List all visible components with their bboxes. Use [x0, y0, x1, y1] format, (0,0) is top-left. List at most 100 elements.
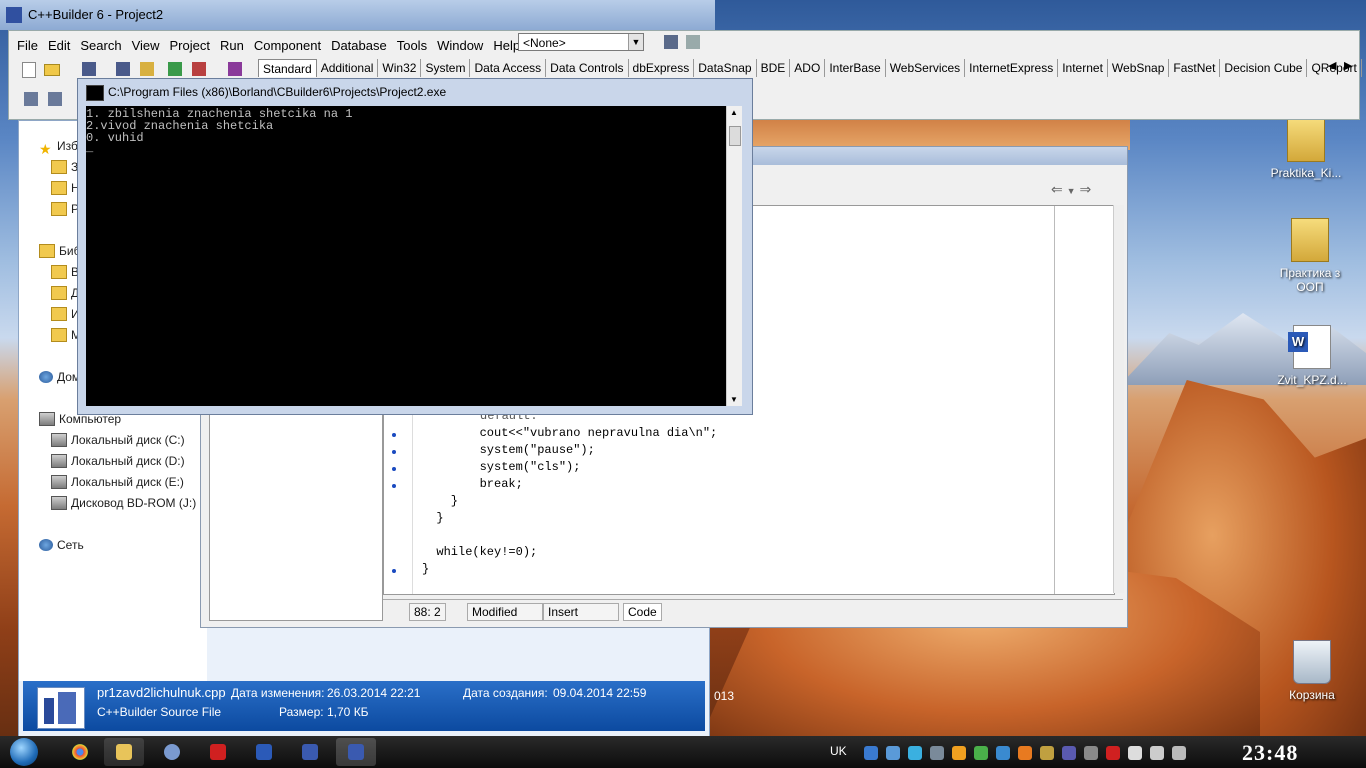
view-form-icon[interactable]: [48, 92, 62, 106]
tab-data-access[interactable]: Data Access: [470, 59, 547, 77]
tab-bde[interactable]: BDE: [757, 59, 791, 77]
nav-network[interactable]: Сеть: [39, 536, 84, 554]
tab-ado[interactable]: ADO: [790, 59, 826, 77]
tab-fastnet[interactable]: FastNet: [1169, 59, 1221, 77]
nav-favorites[interactable]: ★ Изб: [39, 137, 78, 157]
new-file-icon[interactable]: [22, 62, 36, 78]
console-title: C:\Program Files (x86)\Borland\CBuilder6…: [108, 85, 447, 99]
nav-libraries[interactable]: Биб: [39, 242, 80, 260]
tray-app-icon[interactable]: [974, 746, 988, 760]
open-file-icon[interactable]: [44, 64, 60, 76]
menu-project[interactable]: Project: [165, 38, 215, 53]
taskbar-explorer[interactable]: [104, 738, 144, 766]
nav-drive-d[interactable]: Локальный диск (D:): [51, 452, 185, 470]
help-book-icon[interactable]: [228, 62, 242, 76]
nav-back-icon[interactable]: ⇐: [1051, 181, 1063, 197]
desktop-layout-select[interactable]: <None> ▼: [518, 33, 644, 51]
folder-icon: [51, 328, 67, 342]
tab-code[interactable]: Code: [623, 603, 662, 621]
tray-app-icon[interactable]: [996, 746, 1010, 760]
nav-forward-icon[interactable]: ⇒: [1079, 181, 1091, 197]
menu-search[interactable]: Search: [75, 38, 126, 53]
battery-icon[interactable]: [1150, 746, 1164, 760]
tab-standard[interactable]: Standard: [258, 59, 317, 77]
console-scrollbar[interactable]: ▲ ▼: [726, 106, 742, 406]
tab-webservices[interactable]: WebServices: [886, 59, 966, 77]
tab-internet[interactable]: Internet: [1058, 59, 1108, 77]
taskbar-chrome[interactable]: [60, 738, 100, 766]
taskbar-cbuilder-console[interactable]: [336, 738, 376, 766]
menu-edit[interactable]: Edit: [43, 38, 75, 53]
menu-run[interactable]: Run: [215, 38, 249, 53]
menu-database[interactable]: Database: [326, 38, 392, 53]
nav-back-dropdown-icon[interactable]: ▼: [1067, 186, 1076, 196]
taskbar-pdf[interactable]: [198, 738, 238, 766]
tab-dbexpress[interactable]: dbExpress: [629, 59, 695, 77]
flag-icon[interactable]: [1128, 746, 1142, 760]
desktop-icon-zvit[interactable]: Zvit_KPZ.d...: [1272, 325, 1352, 387]
nav-drive-e[interactable]: Локальный диск (E:): [51, 473, 184, 491]
editor-vertical-scrollbar[interactable]: [1113, 205, 1124, 593]
folder-icon: [51, 202, 67, 216]
tab-datasnap[interactable]: DataSnap: [694, 59, 757, 77]
tray-app-icon[interactable]: [1062, 746, 1076, 760]
desktop-icon-recycle-bin[interactable]: Корзина: [1272, 640, 1352, 702]
save-all-icon[interactable]: [116, 62, 130, 76]
nav-drive-c[interactable]: Локальный диск (C:): [51, 431, 185, 449]
menu-file[interactable]: File: [12, 38, 43, 53]
desktop-icon-praktika-oop[interactable]: Практика з ООП: [1270, 218, 1350, 294]
menu-tools[interactable]: Tools: [392, 38, 432, 53]
desktop-icon-praktika[interactable]: Praktika_Ki...: [1266, 118, 1346, 180]
tray-app-icon[interactable]: [886, 746, 900, 760]
tab-internetexpress[interactable]: InternetExpress: [965, 59, 1059, 77]
nav-homegroup[interactable]: Дом: [39, 368, 80, 386]
window-list-icon[interactable]: [664, 35, 678, 49]
tray-app-icon[interactable]: [1018, 746, 1032, 760]
folder-icon: [51, 160, 67, 174]
open-project-icon[interactable]: [140, 62, 154, 76]
toggle-form-unit-icon[interactable]: [24, 92, 38, 106]
tray-app-icon[interactable]: [1084, 746, 1098, 760]
start-button[interactable]: [6, 736, 46, 768]
save-icon[interactable]: [82, 62, 96, 76]
menu-view[interactable]: View: [127, 38, 165, 53]
tray-app-icon[interactable]: [930, 746, 944, 760]
nav-drive-j[interactable]: Дисковод BD-ROM (J:): [51, 494, 196, 512]
computer-icon: [39, 412, 55, 426]
palette-scroll-right-icon[interactable]: ▶: [1344, 59, 1352, 72]
tray-app-icon[interactable]: [1040, 746, 1054, 760]
explorer-icon: [116, 744, 132, 760]
tab-win32[interactable]: Win32: [378, 59, 422, 77]
scroll-up-icon[interactable]: ▲: [730, 108, 738, 117]
tab-system[interactable]: System: [421, 59, 471, 77]
scroll-down-icon[interactable]: ▼: [730, 395, 738, 404]
breakpoint-dot: [392, 450, 396, 454]
language-indicator[interactable]: UK: [830, 744, 847, 758]
menu-window[interactable]: Window: [432, 38, 488, 53]
tray-app-icon[interactable]: [1106, 746, 1120, 760]
palette-scroll-left-icon[interactable]: ◀: [1328, 59, 1336, 72]
tray-app-icon[interactable]: [952, 746, 966, 760]
homegroup-icon: [39, 371, 53, 383]
tab-additional[interactable]: Additional: [317, 59, 379, 77]
add-to-project-icon[interactable]: [168, 62, 182, 76]
menu-component[interactable]: Component: [249, 38, 326, 53]
wifi-icon[interactable]: [864, 746, 878, 760]
remove-from-project-icon[interactable]: [192, 62, 206, 76]
taskbar-cbuilder[interactable]: [290, 738, 330, 766]
taskbar-word[interactable]: [244, 738, 284, 766]
tab-interbase[interactable]: InterBase: [825, 59, 886, 77]
console-line: 0. vuhid: [86, 131, 144, 145]
clock[interactable]: 23:48: [1242, 740, 1298, 766]
console-output[interactable]: 1. zbilshenia znachenia shetcika na 1 2.…: [86, 106, 726, 406]
scroll-thumb[interactable]: [729, 126, 741, 146]
volume-icon[interactable]: [1172, 746, 1186, 760]
code-line: break;: [422, 477, 523, 491]
tab-websnap[interactable]: WebSnap: [1108, 59, 1170, 77]
tray-app-icon[interactable]: [908, 746, 922, 760]
zip-folder-icon: [1287, 118, 1325, 162]
tab-decision-cube[interactable]: Decision Cube: [1220, 59, 1308, 77]
tab-data-controls[interactable]: Data Controls: [546, 59, 629, 77]
taskbar-media[interactable]: [152, 738, 192, 766]
window-list-2-icon[interactable]: [686, 35, 700, 49]
